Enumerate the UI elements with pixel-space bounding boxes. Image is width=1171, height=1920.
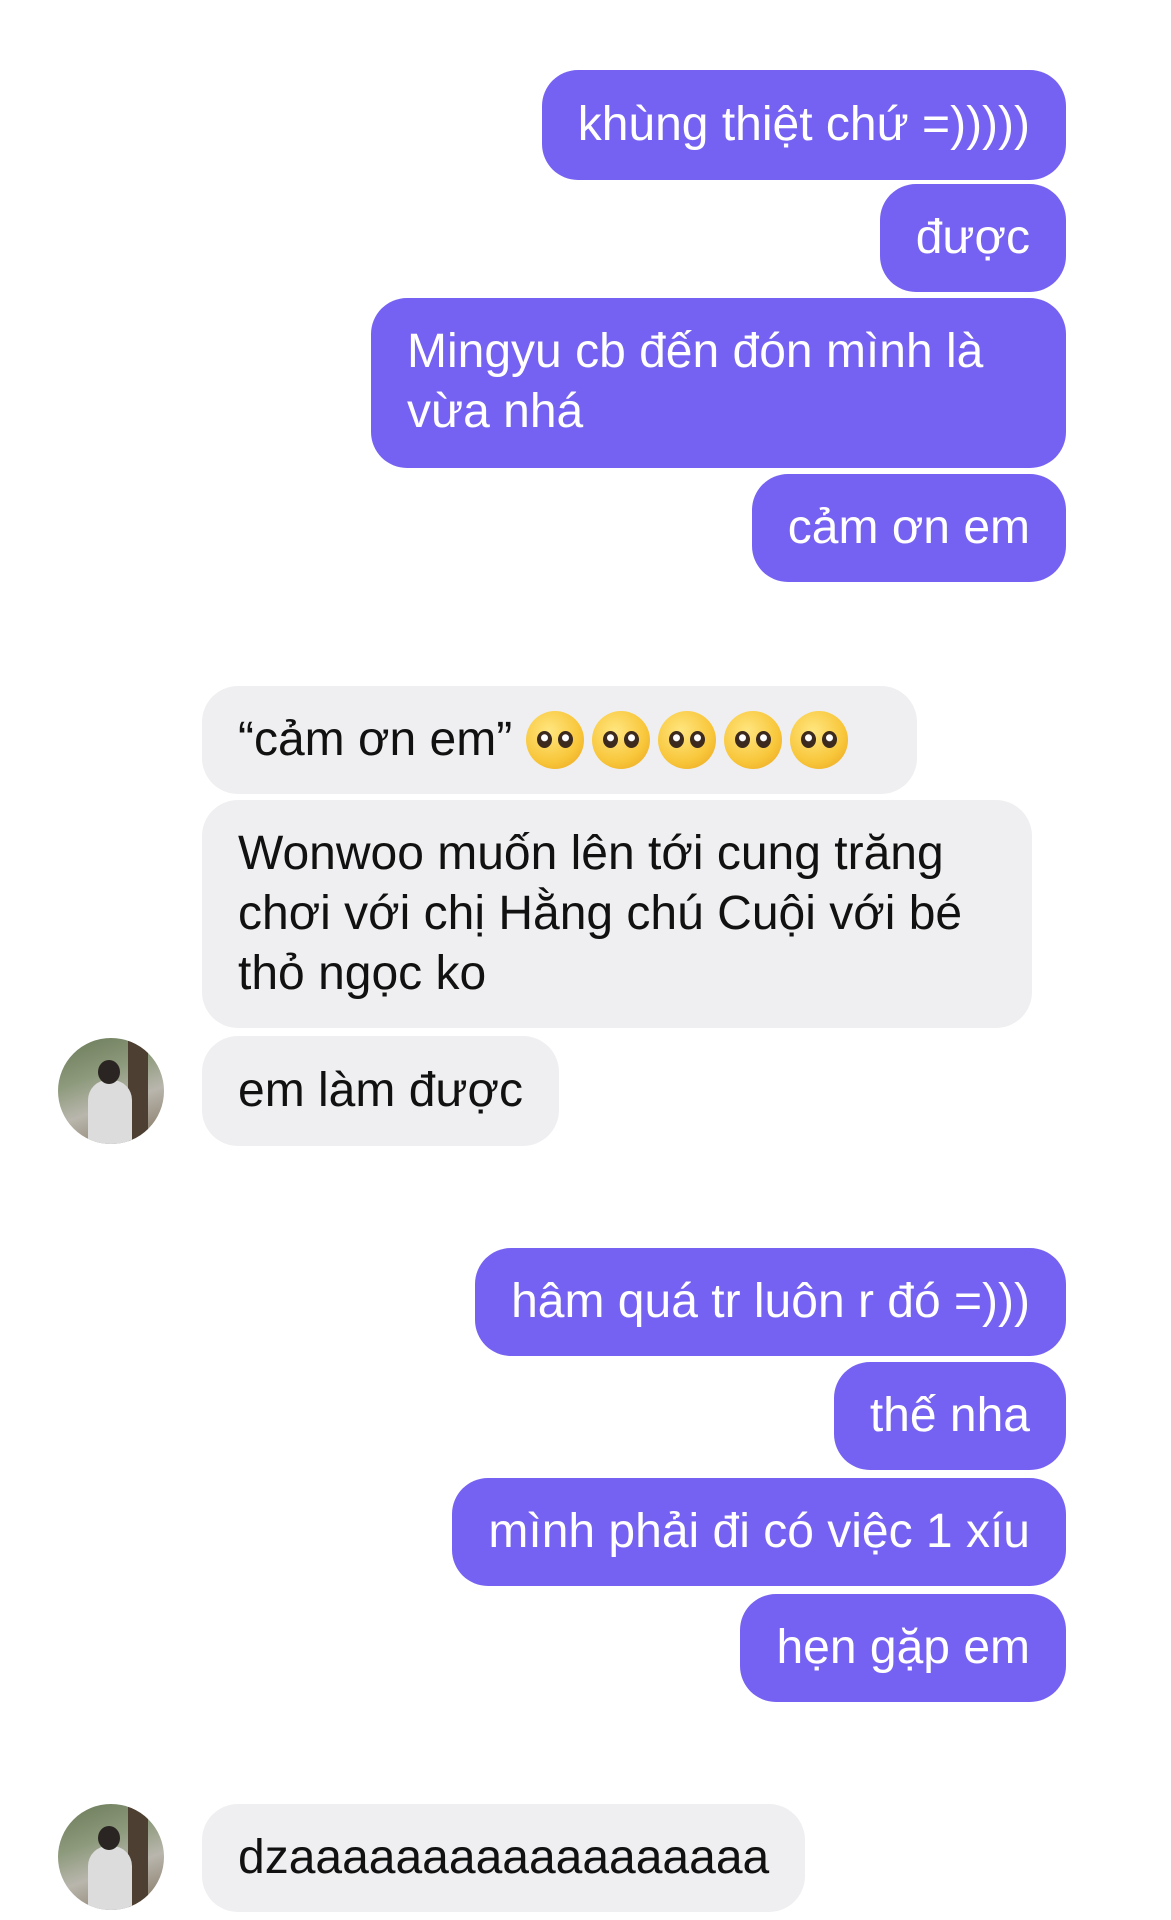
message-text: dzaaaaaaaaaaaaaaaaaa [238, 1831, 770, 1884]
outgoing-message[interactable]: mình phải đi có việc 1 xíu [452, 1478, 1066, 1586]
incoming-message[interactable]: dzaaaaaaaaaaaaaaaaaa [202, 1804, 806, 1912]
incoming-message[interactable]: Wonwoo muốn lên tới cung trăng chơi với … [202, 800, 1032, 1028]
message-text: “cảm ơn em” [238, 713, 513, 766]
outgoing-message[interactable]: thế nha [833, 1362, 1066, 1470]
contact-avatar[interactable] [58, 1038, 164, 1144]
message-text: cảm ơn em [787, 501, 1030, 554]
incoming-message[interactable]: em làm được [202, 1036, 559, 1146]
pleading-face-icon [724, 711, 783, 769]
outgoing-message[interactable]: hâm quá tr luôn r đó =))) [475, 1248, 1066, 1356]
pleading-face-icon [790, 711, 849, 769]
message-text: được [915, 211, 1030, 264]
outgoing-message[interactable]: hẹn gặp em [740, 1594, 1066, 1702]
pleading-face-icon [526, 711, 585, 769]
outgoing-message[interactable]: Mingyu cb đến đón mình là vừa nhá [371, 298, 1066, 468]
message-text: hẹn gặp em [776, 1621, 1030, 1674]
emoji-row [526, 711, 849, 769]
message-text: mình phải đi có việc 1 xíu [488, 1505, 1030, 1558]
pleading-face-icon [592, 711, 651, 769]
message-text: hâm quá tr luôn r đó =))) [511, 1275, 1030, 1328]
message-text: Wonwoo muốn lên tới cung trăng chơi với … [238, 827, 963, 1000]
pleading-face-icon [658, 711, 717, 769]
message-text: khùng thiệt chứ =))))) [577, 98, 1030, 151]
message-text: thế nha [869, 1389, 1030, 1442]
contact-avatar[interactable] [58, 1804, 164, 1910]
outgoing-message[interactable]: khùng thiệt chứ =))))) [541, 70, 1066, 180]
message-text: Mingyu cb đến đón mình là vừa nhá [407, 325, 984, 438]
incoming-message[interactable]: “cảm ơn em” [202, 686, 917, 794]
outgoing-message[interactable]: cảm ơn em [751, 474, 1066, 582]
message-text: em làm được [238, 1064, 523, 1117]
outgoing-message[interactable]: được [879, 184, 1066, 292]
